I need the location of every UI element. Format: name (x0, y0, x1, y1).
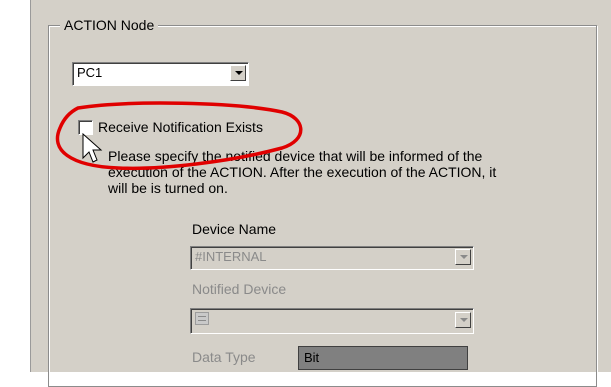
mouse-cursor-icon (82, 132, 103, 163)
annotation-overlay (55, 101, 303, 171)
